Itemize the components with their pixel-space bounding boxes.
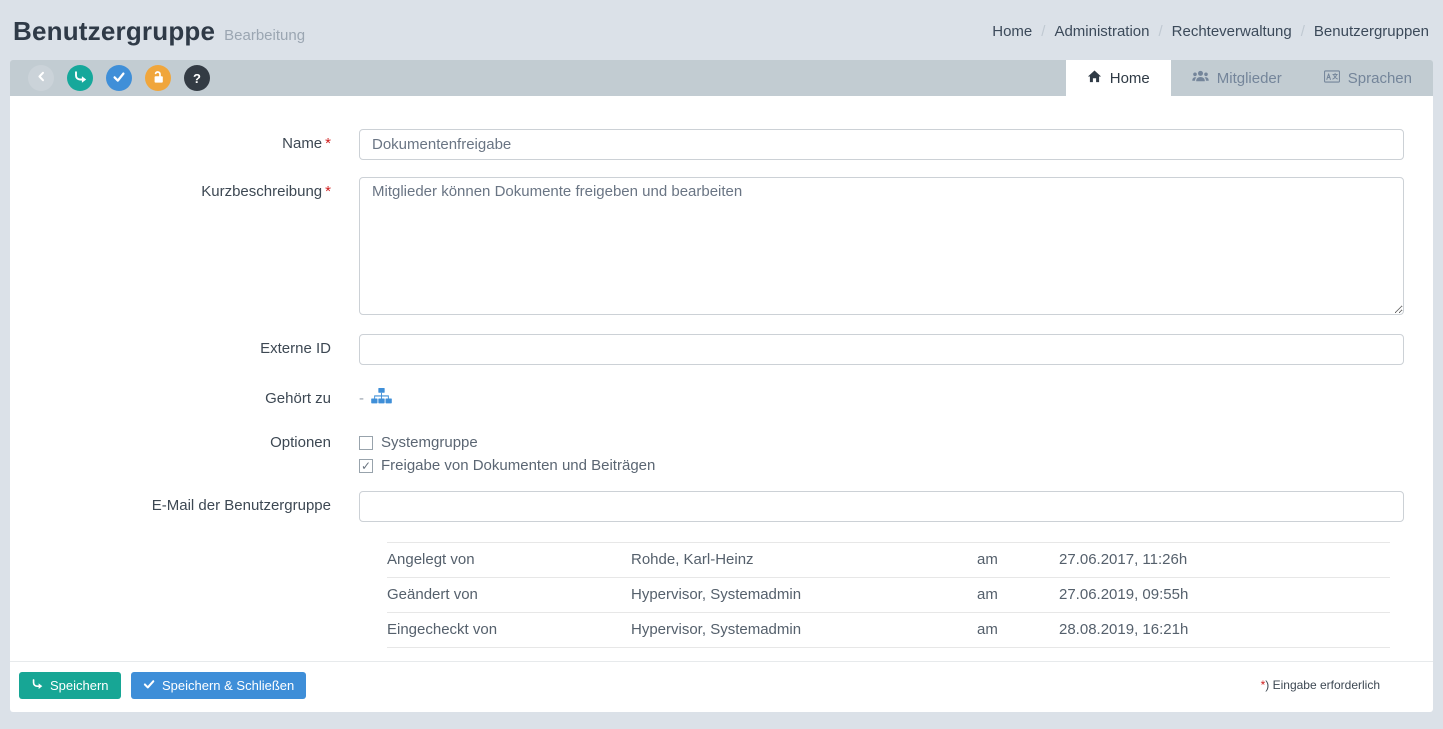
back-button[interactable] (28, 65, 54, 91)
home-icon (1087, 69, 1102, 88)
meta-date: 27.06.2019, 09:55h (1059, 578, 1390, 613)
breadcrumb-rechteverwaltung[interactable]: Rechteverwaltung (1172, 23, 1292, 40)
form-area: Name* Kurzbeschreibung* Externe ID Gehör… (10, 96, 1433, 661)
checkbox-label: Systemgruppe (381, 434, 478, 451)
page-title: Benutzergruppe (13, 16, 215, 47)
checkbox-box[interactable] (359, 459, 373, 473)
language-icon (1324, 70, 1340, 87)
form-row-email: E-Mail der Benutzergruppe (10, 491, 1433, 522)
required-note-text: ) Eingabe erforderlich (1265, 678, 1380, 692)
form-row-kurzbeschreibung: Kurzbeschreibung* (10, 177, 1433, 320)
gehoert-zu-label: Gehört zu (10, 384, 359, 409)
breadcrumb-separator: / (1158, 23, 1162, 40)
panel-footer: Speichern Speichern & Schließen *) Einga… (10, 661, 1433, 712)
form-row-optionen: Optionen Systemgruppe Freigabe von Dokum… (10, 431, 1433, 477)
page-subtitle: Bearbeitung (224, 27, 305, 44)
save-close-button-label: Speichern & Schließen (162, 678, 294, 693)
meta-date: 28.08.2019, 16:21h (1059, 613, 1390, 648)
page-header: Benutzergruppe Bearbeitung Home / Admini… (0, 0, 1443, 60)
checkbox-label: Freigabe von Dokumenten und Beiträgen (381, 457, 655, 474)
tab-label: Sprachen (1348, 70, 1412, 87)
tab-label: Home (1110, 70, 1150, 87)
curved-arrow-icon (73, 70, 87, 87)
toolbar: ? Home Mitglieder Sprachen (10, 60, 1433, 96)
meta-user-link[interactable]: Rohde, Karl-Heinz (631, 543, 977, 578)
curved-arrow-icon (31, 678, 43, 693)
content: ? Home Mitglieder Sprachen (10, 60, 1433, 712)
table-row: Angelegt von Rohde, Karl-Heinz am 27.06.… (387, 543, 1390, 578)
kurzbeschreibung-label: Kurzbeschreibung* (10, 177, 359, 320)
meta-date: 27.06.2017, 11:26h (1059, 543, 1390, 578)
save-button-label: Speichern (50, 678, 109, 693)
unlock-button[interactable] (145, 65, 171, 91)
meta-table-wrap: Angelegt von Rohde, Karl-Heinz am 27.06.… (387, 542, 1390, 648)
meta-label: Eingecheckt von (387, 613, 631, 648)
meta-user-link[interactable]: Hypervisor, Systemadmin (631, 613, 977, 648)
users-icon (1192, 69, 1209, 87)
form-panel: Name* Kurzbeschreibung* Externe ID Gehör… (10, 96, 1433, 712)
check-icon (112, 70, 126, 87)
table-row: Eingecheckt von Hypervisor, Systemadmin … (387, 613, 1390, 648)
form-row-externe-id: Externe ID (10, 334, 1433, 365)
chevron-left-icon (35, 70, 48, 86)
optionen-label: Optionen (10, 431, 359, 477)
meta-label: Geändert von (387, 578, 631, 613)
table-row: Geändert von Hypervisor, Systemadmin am … (387, 578, 1390, 613)
name-label: Name* (10, 129, 359, 160)
breadcrumb-separator: / (1041, 23, 1045, 40)
email-label: E-Mail der Benutzergruppe (10, 491, 359, 522)
email-field[interactable] (359, 491, 1404, 522)
meta-table: Angelegt von Rohde, Karl-Heinz am 27.06.… (387, 542, 1390, 648)
tab-mitglieder[interactable]: Mitglieder (1171, 60, 1303, 96)
save-close-button[interactable]: Speichern & Schließen (131, 672, 306, 699)
required-note: *) Eingabe erforderlich (1261, 678, 1380, 692)
open-lock-icon (151, 70, 165, 87)
tab-label: Mitglieder (1217, 70, 1282, 87)
checkbox-freigabe[interactable]: Freigabe von Dokumenten und Beiträgen (359, 454, 1404, 477)
name-field[interactable] (359, 129, 1404, 160)
footer-buttons: Speichern Speichern & Schließen (19, 672, 306, 699)
form-row-gehoert-zu: Gehört zu - (10, 384, 1433, 409)
checkbox-systemgruppe[interactable]: Systemgruppe (359, 431, 1404, 454)
meta-user-link[interactable]: Hypervisor, Systemadmin (631, 578, 977, 613)
breadcrumb-administration[interactable]: Administration (1054, 23, 1149, 40)
help-button[interactable]: ? (184, 65, 210, 91)
breadcrumb-home[interactable]: Home (992, 23, 1032, 40)
title-wrap: Benutzergruppe Bearbeitung (13, 16, 305, 47)
tab-bar: Home Mitglieder Sprachen (1066, 60, 1433, 96)
gehoert-zu-value: - (359, 390, 364, 407)
check-icon (143, 678, 155, 693)
required-marker: * (325, 183, 331, 200)
breadcrumb-separator: / (1301, 23, 1305, 40)
meta-am: am (977, 543, 1059, 578)
tab-sprachen[interactable]: Sprachen (1303, 60, 1433, 96)
meta-am: am (977, 578, 1059, 613)
save-button[interactable]: Speichern (19, 672, 121, 699)
save-close-button-toolbar[interactable] (106, 65, 132, 91)
checkbox-box[interactable] (359, 436, 373, 450)
sitemap-icon[interactable] (371, 388, 392, 409)
breadcrumb-benutzergruppen[interactable]: Benutzergruppen (1314, 23, 1429, 40)
form-row-name: Name* (10, 129, 1433, 160)
meta-am: am (977, 613, 1059, 648)
question-icon: ? (193, 72, 201, 85)
save-button-toolbar[interactable] (67, 65, 93, 91)
required-marker: * (325, 135, 331, 152)
externe-id-label: Externe ID (10, 334, 359, 365)
meta-label: Angelegt von (387, 543, 631, 578)
tab-home[interactable]: Home (1066, 60, 1171, 96)
externe-id-field[interactable] (359, 334, 1404, 365)
breadcrumb: Home / Administration / Rechteverwaltung… (992, 23, 1429, 40)
toolbar-buttons: ? (10, 60, 210, 96)
kurzbeschreibung-field[interactable] (359, 177, 1404, 315)
